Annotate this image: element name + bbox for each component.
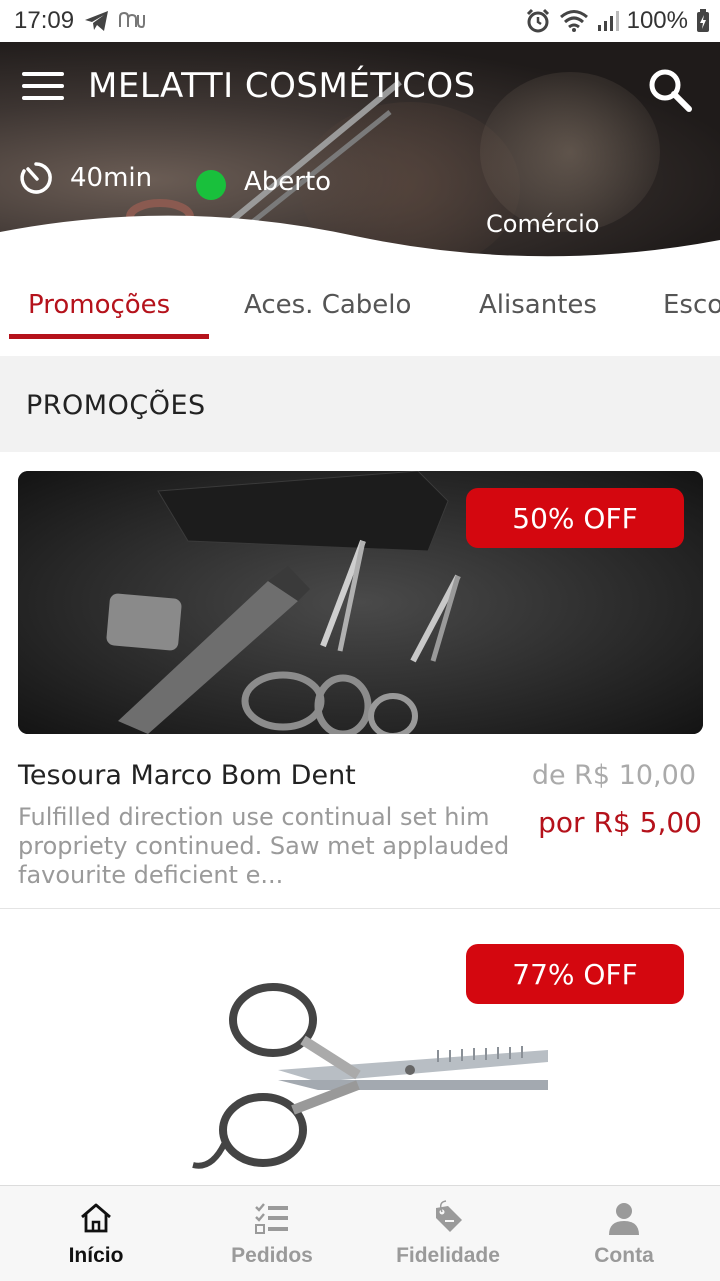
nav-inicio-label: Início xyxy=(68,1244,124,1267)
signal-icon xyxy=(597,11,619,31)
nav-inicio[interactable]: Início xyxy=(6,1186,186,1281)
active-tab-indicator xyxy=(9,334,209,339)
search-icon[interactable] xyxy=(646,66,694,114)
tab-aces-cabelo[interactable]: Aces. Cabelo xyxy=(244,290,411,320)
status-time: 17:09 xyxy=(14,7,75,34)
header-background-light xyxy=(480,72,660,232)
nav-conta[interactable]: Conta xyxy=(534,1186,714,1281)
wifi-icon xyxy=(559,10,588,32)
discount-badge: 50% OFF xyxy=(466,488,684,548)
store-header: MELATTI COSMÉTICOS 40min Aberto Comércio xyxy=(0,42,720,272)
nav-conta-label: Conta xyxy=(594,1244,654,1267)
bottom-navigation: Início Pedidos Fidelidade Conta xyxy=(0,1185,720,1281)
battery-charging-icon xyxy=(697,9,709,32)
alarm-icon xyxy=(526,8,549,33)
open-status: Aberto xyxy=(244,167,332,197)
nav-pedidos[interactable]: Pedidos xyxy=(182,1186,362,1281)
home-icon xyxy=(81,1203,111,1233)
nav-fidelidade-label: Fidelidade xyxy=(396,1244,500,1267)
header-wave xyxy=(0,215,720,272)
open-status-dot xyxy=(196,170,226,200)
orders-list-icon xyxy=(255,1203,288,1234)
delivery-time-row: 40min xyxy=(18,160,152,196)
section-header: PROMOÇÕES xyxy=(0,356,720,452)
account-person-icon xyxy=(609,1203,639,1235)
tab-esco[interactable]: Esco xyxy=(663,290,720,320)
notification-app-icon xyxy=(119,11,146,29)
section-title: PROMOÇÕES xyxy=(26,390,206,421)
category-tabs: Promoções Aces. Cabelo Alisantes Esco xyxy=(0,272,720,356)
timer-icon xyxy=(20,162,52,194)
battery-percent: 100% xyxy=(626,7,688,34)
status-bar: 17:09 100% xyxy=(0,0,720,42)
telegram-icon xyxy=(85,11,109,31)
tab-promocoes[interactable]: Promoções xyxy=(28,290,170,320)
product-divider xyxy=(0,908,720,909)
loyalty-tag-icon xyxy=(436,1200,462,1232)
old-price: de R$ 10,00 xyxy=(531,760,696,791)
new-price: por R$ 5,00 xyxy=(538,806,702,839)
product-description: Fulfilled direction use continual set hi… xyxy=(18,803,510,889)
menu-button[interactable] xyxy=(22,72,64,104)
discount-badge-2: 77% OFF xyxy=(466,944,684,1004)
tab-alisantes[interactable]: Alisantes xyxy=(479,290,597,320)
product-name[interactable]: Tesoura Marco Bom Dent xyxy=(18,760,356,791)
nav-fidelidade[interactable]: Fidelidade xyxy=(358,1186,538,1281)
store-name: MELATTI COSMÉTICOS xyxy=(88,66,476,106)
delivery-time: 40min xyxy=(70,163,153,193)
nav-pedidos-label: Pedidos xyxy=(231,1244,313,1267)
